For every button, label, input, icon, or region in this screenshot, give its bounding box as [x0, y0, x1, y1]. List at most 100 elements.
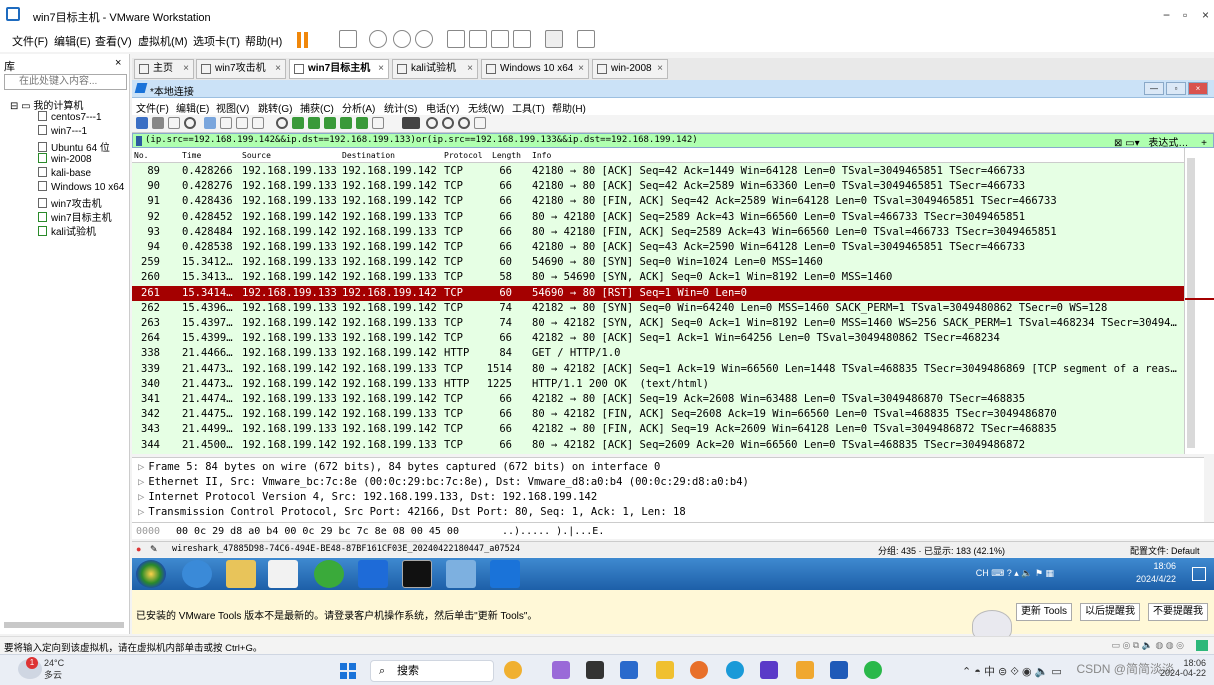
snapshot-icon[interactable]	[369, 30, 387, 48]
packet-row[interactable]: 339 21.4473… 192.168.199.142 192.168.199.13…	[132, 362, 1184, 377]
expert-info-icon[interactable]: ●	[136, 544, 141, 554]
tree-item[interactable]: Windows 10 x64	[38, 181, 124, 193]
app-p-icon[interactable]	[358, 560, 388, 588]
packet-row[interactable]: 338 21.4466… 192.168.199.133 192.168.199.14…	[132, 346, 1184, 361]
library-search-input[interactable]: 在此处键入内容...	[4, 74, 127, 90]
network-app-icon[interactable]	[446, 560, 476, 588]
explorer-icon[interactable]	[226, 560, 256, 588]
autoscroll-icon[interactable]	[372, 117, 384, 129]
expand-arrow-icon[interactable]: ▷	[138, 461, 144, 473]
save-file-icon[interactable]	[220, 117, 232, 129]
packet-row[interactable]: 341 21.4474… 192.168.199.133 192.168.199.14…	[132, 392, 1184, 407]
language-indicator[interactable]: CH ⌨ ? ▴ 🔈 ⚑ ▦	[976, 568, 1054, 579]
snapshot-manager-icon[interactable]	[415, 30, 433, 48]
bytes-hex[interactable]: 00 0c 29 d8 a0 b4 00 0c 29 bc 7c 8e 08 0…	[176, 523, 459, 540]
task-view-icon[interactable]	[586, 661, 604, 679]
store-icon[interactable]	[620, 661, 638, 679]
packet-row[interactable]: 90 0.428276 192.168.199.133 192.168.199.142…	[132, 179, 1184, 194]
packet-row[interactable]: 259 15.3412… 192.168.199.133 192.168.199.14…	[132, 255, 1184, 270]
packet-row[interactable]: 343 21.4499… 192.168.199.133 192.168.199.14…	[132, 422, 1184, 437]
ws-menu-help[interactable]: 帮助(H)	[552, 100, 586, 115]
restore-button[interactable]: ▫	[1183, 8, 1187, 22]
detail-ethernet[interactable]: ▷ Ethernet II, Src: Vmware_bc:7c:8e (00:0…	[138, 476, 749, 488]
thumbnail-view-icon[interactable]	[469, 30, 487, 48]
tab-win7-attacker[interactable]: win7攻击机 ×	[196, 59, 286, 79]
packet-row[interactable]: 93 0.428484 192.168.199.142 192.168.199.133…	[132, 225, 1184, 240]
ws-menu-edit[interactable]: 编辑(E)	[176, 100, 209, 115]
close-file-icon[interactable]	[236, 117, 248, 129]
packet-row[interactable]: 344 21.4500… 192.168.199.142 192.168.199.13…	[132, 438, 1184, 453]
reload-icon[interactable]	[252, 117, 264, 129]
ws-menu-tools[interactable]: 工具(T)	[512, 100, 545, 115]
colorize-icon[interactable]	[402, 117, 420, 129]
device-icons[interactable]: ▭ ◎ ⧉ 🔈 ◍ ◍ ◎	[1111, 640, 1184, 651]
tree-item[interactable]: kali-base	[38, 167, 91, 179]
open-file-icon[interactable]	[204, 117, 216, 129]
tab-win10[interactable]: Windows 10 x64 ×	[481, 59, 589, 79]
tab-kali[interactable]: kali试验机 ×	[392, 59, 478, 79]
guest-close-button[interactable]: ×	[1188, 82, 1208, 95]
normal-size-icon[interactable]	[458, 117, 470, 129]
packet-row[interactable]: 261 15.3414… 192.168.199.133 192.168.199.14…	[132, 285, 1184, 301]
packet-row[interactable]: 264 15.4399… 192.168.199.133 192.168.199.14…	[132, 331, 1184, 346]
restart-capture-icon[interactable]	[168, 117, 180, 129]
packet-row[interactable]: 260 15.3413… 192.168.199.142 192.168.199.13…	[132, 270, 1184, 285]
edge-icon[interactable]	[726, 661, 744, 679]
display-filter-input[interactable]: (ip.src==192.168.199.142&&ip.dst==192.16…	[145, 135, 698, 145]
packet-row[interactable]: 89 0.428266 192.168.199.133 192.168.199.142…	[132, 164, 1184, 179]
weather-widget[interactable]: 24°C 多云	[44, 658, 64, 681]
menu-edit[interactable]: 编辑(E)	[54, 33, 91, 49]
wechat-icon[interactable]	[864, 661, 882, 679]
stop-capture-icon[interactable]	[152, 117, 164, 129]
packet-row[interactable]: 262 15.4396… 192.168.199.133 192.168.199.14…	[132, 301, 1184, 316]
taskbar-search[interactable]: ⌕ 搜索	[370, 660, 494, 682]
profile-label[interactable]: 配置文件: Default	[1130, 544, 1200, 557]
tab-home[interactable]: 主页 ×	[134, 59, 194, 79]
tab-win7-target[interactable]: win7目标主机 ×	[289, 59, 389, 79]
host-clock[interactable]: 18:06 2024-04-22	[1160, 658, 1206, 678]
tab-win2008[interactable]: win-2008 ×	[592, 59, 668, 79]
tab-close-icon[interactable]: ×	[578, 60, 584, 78]
guest-minimize-button[interactable]: —	[1144, 82, 1164, 95]
comment-icon[interactable]: ✎	[150, 544, 158, 555]
packet-row[interactable]: 91 0.428436 192.168.199.133 192.168.199.142…	[132, 194, 1184, 209]
ws-menu-view[interactable]: 视图(V)	[216, 100, 249, 115]
display-filter-bar[interactable]: (ip.src==192.168.199.142&&ip.dst==192.16…	[132, 133, 1214, 149]
pause-icon[interactable]	[297, 32, 301, 48]
bytes-ascii[interactable]: ..)..... ).|...E.	[502, 523, 604, 540]
ws-menu-statistics[interactable]: 统计(S)	[384, 100, 417, 115]
tree-item[interactable]: win7攻击机	[38, 195, 102, 210]
menu-view[interactable]: 查看(V)	[95, 33, 132, 49]
tray-icons[interactable]: ⌃ ◓ 中 ⊜ ⟐ ◉ 🔈 ▭	[962, 663, 1062, 679]
expand-arrow-icon[interactable]: ▷	[138, 476, 144, 488]
widgets-icon[interactable]	[504, 661, 522, 679]
go-to-packet-icon[interactable]	[324, 117, 336, 129]
col-source[interactable]: Source	[242, 151, 271, 160]
message-log-icon[interactable]	[1196, 640, 1208, 651]
never-remind-button[interactable]: 不要提醒我	[1148, 603, 1208, 621]
tree-item[interactable]: win-2008	[38, 153, 92, 165]
capture-options-icon[interactable]	[184, 117, 196, 129]
tree-item[interactable]: win7---1	[38, 125, 87, 137]
browser-icon[interactable]	[314, 560, 344, 588]
menu-help[interactable]: 帮助(H)	[245, 33, 282, 49]
bookmark-icon[interactable]	[136, 136, 142, 146]
guest-restore-button[interactable]: ▫	[1166, 82, 1186, 95]
menu-tabs[interactable]: 选项卡(T)	[193, 33, 240, 49]
word-icon[interactable]	[830, 661, 848, 679]
ws-menu-go[interactable]: 跳转(G)	[258, 100, 292, 115]
packet-row[interactable]: 92 0.428452 192.168.199.142 192.168.199.133…	[132, 210, 1184, 225]
packet-row[interactable]: 340 21.4473… 192.168.199.142 192.168.199.13…	[132, 377, 1184, 392]
minimize-button[interactable]: −	[1163, 8, 1170, 22]
menu-vm[interactable]: 虚拟机(M)	[138, 33, 188, 49]
detail-ip[interactable]: ▷ Internet Protocol Version 4, Src: 192.1…	[138, 491, 597, 503]
library-close-button[interactable]: ×	[115, 57, 121, 69]
go-forward-icon[interactable]	[308, 117, 320, 129]
start-orb-icon[interactable]	[136, 560, 166, 588]
unity-icon[interactable]	[513, 30, 531, 48]
file-explorer-icon[interactable]	[656, 661, 674, 679]
tree-item[interactable]: win7目标主机	[38, 209, 112, 224]
tree-item[interactable]: kali试验机	[38, 223, 96, 238]
find-packet-icon[interactable]	[276, 117, 288, 129]
col-destination[interactable]: Destination	[342, 151, 395, 160]
